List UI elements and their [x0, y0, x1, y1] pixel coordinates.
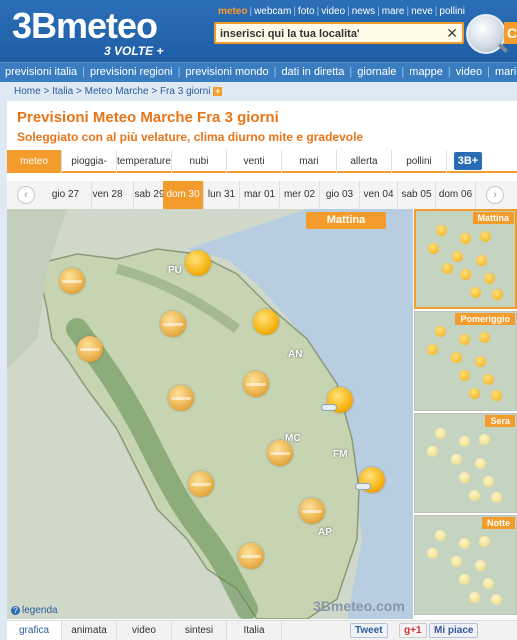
forecast-panel: Previsioni Meteo Marche Fra 3 giorni Sol… [7, 101, 517, 640]
search-input[interactable] [220, 26, 440, 41]
breadcrumb-italia[interactable]: Italia [52, 86, 73, 97]
tab-temperature[interactable]: temperature [117, 150, 172, 173]
veiled-sun-icon[interactable] [267, 440, 293, 466]
day-tab[interactable]: gio 03 [320, 181, 360, 209]
day-tab[interactable]: mer 02 [280, 181, 320, 209]
tab-grafica[interactable]: grafica [7, 621, 62, 640]
veiled-sun-icon[interactable] [160, 311, 186, 337]
nav-giornale[interactable]: giornale [352, 63, 401, 82]
nav-previsioni-mondo[interactable]: previsioni mondo [180, 63, 273, 82]
day-tab-selected[interactable]: dom 30 [163, 181, 204, 209]
veiled-sun-icon[interactable] [238, 543, 264, 569]
veiled-sun-icon[interactable] [188, 471, 214, 497]
day-tab[interactable]: dom 06 [436, 181, 476, 209]
cloud-icon [321, 404, 337, 411]
cloud-icon [355, 483, 371, 490]
nav-dati-in-diretta[interactable]: dati in diretta [276, 63, 349, 82]
toplink-foto[interactable]: foto [298, 6, 315, 17]
day-tab[interactable]: ven 04 [360, 181, 398, 209]
watermark-logo: 3Bmeteo.com [313, 598, 405, 614]
3bplus-badge[interactable]: 3B+ [454, 152, 482, 170]
toplink-neve[interactable]: neve [411, 6, 433, 17]
forecast-map[interactable]: Mattina PU AN MC FM AP 3Bmeteo.com ? lege… [7, 209, 413, 619]
page-subtitle: Soleggiato con al più velature, clima di… [17, 130, 364, 144]
toplink-meteo[interactable]: meteo [218, 6, 247, 17]
tab-pollini[interactable]: pollini [392, 150, 447, 173]
city-label-ap: AP [318, 527, 332, 538]
tab-nubi[interactable]: nubi [172, 150, 227, 173]
nav-previsioni-italia[interactable]: previsioni italia [0, 63, 82, 82]
thumb-label: Pomeriggio [455, 313, 515, 325]
forecast-type-tabs: meteo pioggia-neve temperature nubi vent… [7, 150, 517, 190]
toplink-mare[interactable]: mare [382, 6, 405, 17]
page-title: Previsioni Meteo Marche Fra 3 giorni [17, 109, 279, 126]
tab-allerta[interactable]: allerta [337, 150, 392, 173]
site-header: 3Bmeteo 3 VOLTE + meteo | webcam | foto | vide… [0, 0, 517, 62]
day-tab[interactable]: mar 01 [240, 181, 280, 209]
city-label-an: AN [288, 349, 303, 360]
breadcrumb-current: Fra 3 giorni [159, 86, 211, 97]
nav-mappe[interactable]: mappe [404, 63, 448, 82]
thumb-label: Mattina [472, 212, 514, 224]
breadcrumb-marche[interactable]: Meteo Marche [85, 86, 149, 97]
prev-day-arrow-icon[interactable]: ‹ [17, 186, 35, 204]
thumb-label: Notte [482, 517, 515, 529]
breadcrumb-home[interactable]: Home [14, 86, 41, 97]
tab-venti[interactable]: venti [227, 150, 282, 173]
breadcrumb: Home > Italia > Meteo Marche > Fra 3 gio… [14, 85, 223, 97]
day-tab[interactable]: lun 31 [204, 181, 240, 209]
sun-icon[interactable] [253, 309, 279, 335]
tweet-button[interactable]: Tweet [350, 623, 388, 638]
logo[interactable]: 3Bmeteo 3 VOLTE + [12, 5, 202, 59]
plus-icon[interactable]: + [213, 86, 223, 96]
next-day-arrow-icon[interactable]: › [486, 186, 504, 204]
search-button[interactable]: C [504, 22, 517, 44]
toplink-video[interactable]: video [321, 6, 345, 17]
info-icon: ? [11, 606, 20, 615]
view-tabs: grafica animata video sintesi Italia Twe… [7, 620, 517, 640]
tab-pioggia-neve[interactable]: pioggia-neve [62, 150, 117, 190]
toplink-webcam[interactable]: webcam [254, 6, 291, 17]
main-nav: previsioni italia | previsioni regioni | pre… [0, 62, 517, 82]
tab-mari[interactable]: mari [282, 150, 337, 173]
thumb-pomeriggio[interactable]: Pomeriggio [414, 311, 517, 411]
nav-video[interactable]: video [451, 63, 487, 82]
thumb-mattina[interactable]: Mattina [414, 209, 517, 309]
period-badge: Mattina [306, 212, 386, 229]
top-links: meteo | webcam | foto | video | news | mare | neve | p… [218, 6, 465, 17]
thumb-label: Sera [485, 415, 515, 427]
tab-sintesi[interactable]: sintesi [172, 621, 227, 640]
tab-italia[interactable]: Italia [227, 621, 282, 640]
day-selector: ‹ gio 27 ven 28 sab 29 dom 30 lun 31 mar… [7, 181, 517, 209]
veiled-sun-icon[interactable] [299, 498, 325, 524]
tab-meteo[interactable]: meteo [7, 150, 62, 173]
tab-animata[interactable]: animata [62, 621, 117, 640]
facebook-like-button[interactable]: Mi piace [429, 623, 479, 638]
clear-icon[interactable]: ✕ [446, 25, 458, 42]
toplink-news[interactable]: news [352, 6, 375, 17]
veiled-sun-icon[interactable] [243, 371, 269, 397]
thumb-sera[interactable]: Sera [414, 413, 517, 513]
logo-tagline: 3 VOLTE + [104, 44, 164, 58]
search-box: ✕ [214, 22, 464, 44]
veiled-sun-icon[interactable] [77, 336, 103, 362]
legend-label: legenda [22, 605, 58, 616]
city-label-fm: FM [333, 449, 348, 460]
thumb-notte[interactable]: Notte [414, 515, 517, 615]
veiled-sun-icon[interactable] [59, 268, 85, 294]
logo-text: 3Bmeteo [12, 5, 158, 46]
search-icon[interactable] [466, 14, 506, 54]
city-label-pu: PU [168, 265, 182, 276]
toplink-pollini[interactable]: pollini [439, 6, 465, 17]
nav-mari[interactable]: mari e [490, 63, 517, 82]
gplus-button[interactable]: g+1 [399, 623, 427, 638]
nav-previsioni-regioni[interactable]: previsioni regioni [85, 63, 178, 82]
sun-icon[interactable] [185, 250, 211, 276]
day-tab[interactable]: sab 05 [398, 181, 436, 209]
veiled-sun-icon[interactable] [168, 385, 194, 411]
legend-link[interactable]: ? legenda [11, 605, 58, 616]
tab-video[interactable]: video [117, 621, 172, 640]
